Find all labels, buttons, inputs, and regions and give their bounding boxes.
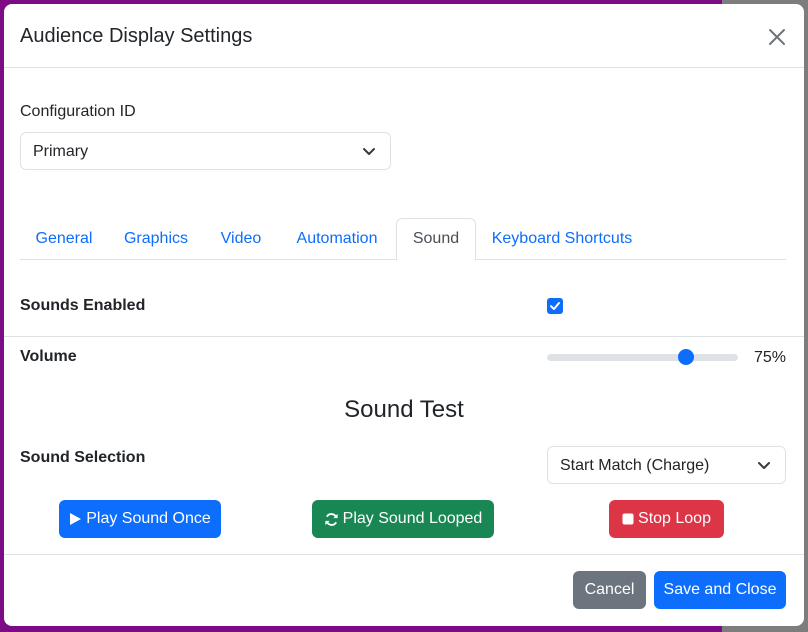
stop-loop-button[interactable]: Stop Loop: [609, 500, 724, 538]
stop-loop-label: Stop Loop: [638, 510, 711, 527]
close-icon: [769, 29, 785, 45]
volume-slider-thumb[interactable]: [678, 349, 695, 365]
tab-sound[interactable]: Sound: [396, 218, 476, 261]
check-icon: [550, 302, 560, 310]
sound-test-heading: Sound Test: [344, 396, 464, 423]
configuration-id-value: Primary: [33, 143, 89, 160]
tab-graphics[interactable]: Graphics: [108, 218, 204, 260]
volume-percentage: 75%: [754, 349, 787, 366]
configuration-id-label: Configuration ID: [20, 103, 136, 120]
play-sound-looped-label: Play Sound Looped: [342, 510, 483, 527]
chevron-down-icon: [758, 462, 770, 469]
row-divider: [4, 336, 804, 337]
sounds-enabled-checkbox[interactable]: [547, 298, 563, 314]
refresh-icon: [325, 512, 338, 526]
configuration-id-select[interactable]: Primary: [20, 132, 391, 170]
sound-selection-value: Start Match (Charge): [560, 457, 710, 474]
cancel-button[interactable]: Cancel: [573, 571, 646, 609]
footer-divider: [4, 554, 804, 555]
save-and-close-label: Save and Close: [663, 581, 777, 598]
save-and-close-button[interactable]: Save and Close: [654, 571, 786, 609]
close-button[interactable]: [764, 24, 790, 50]
tab-general[interactable]: General: [20, 218, 108, 260]
chevron-down-icon: [363, 148, 375, 155]
volume-slider[interactable]: [547, 349, 738, 365]
play-icon: [70, 513, 82, 525]
settings-tabs: General Graphics Video Automation Sound …: [20, 218, 786, 261]
cancel-label: Cancel: [584, 581, 635, 598]
sound-selection-select[interactable]: Start Match (Charge): [547, 446, 786, 484]
modal-header: Audience Display Settings: [4, 4, 804, 68]
tab-keyboard-shortcuts[interactable]: Keyboard Shortcuts: [476, 218, 648, 260]
sound-selection-label: Sound Selection: [20, 449, 146, 466]
play-sound-looped-button[interactable]: Play Sound Looped: [312, 500, 494, 538]
settings-modal: Audience Display Settings Configuration …: [4, 4, 804, 626]
stop-icon: [622, 513, 634, 525]
play-sound-once-label: Play Sound Once: [86, 510, 211, 527]
tab-video[interactable]: Video: [204, 218, 278, 260]
tab-automation[interactable]: Automation: [278, 218, 396, 260]
volume-label: Volume: [20, 348, 77, 365]
play-sound-once-button[interactable]: Play Sound Once: [59, 500, 221, 538]
sounds-enabled-label: Sounds Enabled: [20, 297, 146, 314]
modal-title: Audience Display Settings: [20, 25, 253, 47]
